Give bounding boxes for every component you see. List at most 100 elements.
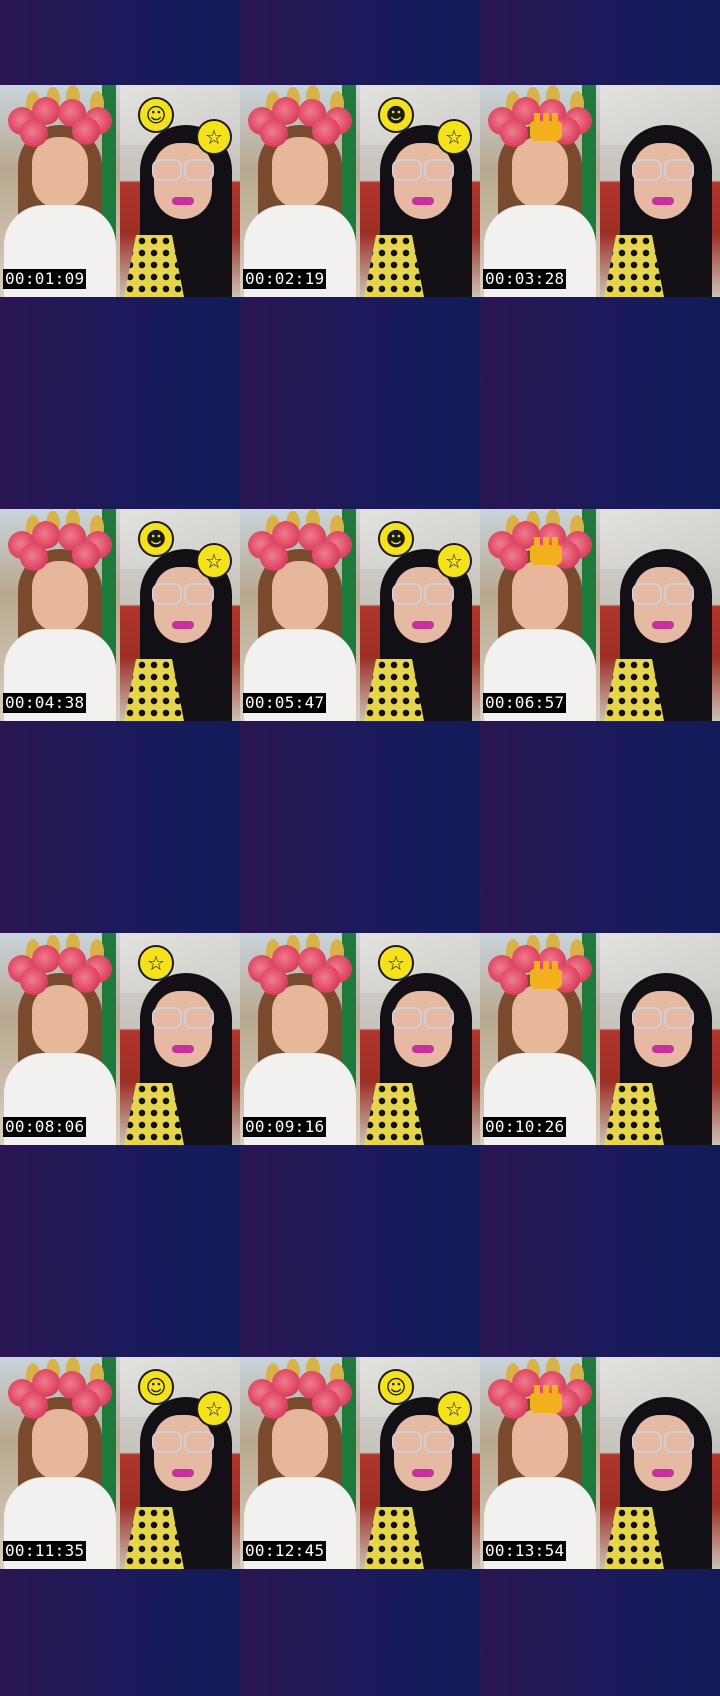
video-frame[interactable]: ☺ ☆ [0, 85, 240, 297]
left-video-panel [480, 933, 600, 1145]
flower-crown-filter [6, 1357, 114, 1419]
video-frame[interactable]: ☆ [240, 933, 480, 1145]
person-face [512, 985, 568, 1057]
left-video-panel [480, 509, 600, 721]
right-video-panel [600, 85, 720, 297]
person-face [154, 991, 212, 1067]
thumbnail-cell[interactable]: 00:06:57 [480, 424, 720, 848]
timestamp-label: 00:12:45 [243, 1541, 327, 1561]
lens-right [184, 1431, 214, 1453]
laughing-face-icon: ☆ [196, 543, 232, 579]
video-frame[interactable]: ☺ ☆ [240, 1357, 480, 1569]
laughing-face-icon: ☆ [196, 1391, 232, 1427]
glasses-filter [152, 159, 214, 181]
person-face [512, 561, 568, 633]
person-face [394, 1415, 452, 1491]
video-frame[interactable]: ☻ ☆ [0, 509, 240, 721]
person-face [512, 1409, 568, 1481]
flower-icon [260, 1391, 288, 1419]
glasses-filter [632, 583, 694, 605]
video-frame[interactable]: ☻ ☆ [240, 509, 480, 721]
left-video-panel [240, 509, 360, 721]
glasses-filter [392, 1007, 454, 1029]
flower-icon [260, 967, 288, 995]
person-face [272, 561, 328, 633]
right-video-panel: ☻ ☆ [360, 509, 480, 721]
thumbnail-cell[interactable]: ☆ 00:09:16 [240, 848, 480, 1272]
person-face [394, 991, 452, 1067]
timestamp-label: 00:11:35 [3, 1541, 87, 1561]
person-face [154, 567, 212, 643]
glasses-filter [632, 1007, 694, 1029]
video-frame[interactable]: ☆ [0, 933, 240, 1145]
thumbnail-cell[interactable]: 00:10:26 [480, 848, 720, 1272]
timestamp-label: 00:03:28 [483, 269, 567, 289]
laughing-face-icon: ☆ [196, 119, 232, 155]
glasses-filter [632, 1431, 694, 1453]
person-face [634, 143, 692, 219]
person-face [394, 567, 452, 643]
person-face [32, 985, 88, 1057]
flower-crown-filter [486, 933, 594, 995]
left-video-panel [0, 1357, 120, 1569]
person-face [32, 561, 88, 633]
flower-crown-filter [6, 509, 114, 571]
lens-left [392, 159, 422, 181]
lips [412, 197, 434, 205]
right-video-panel: ☆ [360, 933, 480, 1145]
video-frame[interactable]: ☻ ☆ [240, 85, 480, 297]
flower-icon [20, 543, 48, 571]
video-frame[interactable]: ☺ ☆ [0, 1357, 240, 1569]
person-face [154, 1415, 212, 1491]
person-face [272, 1409, 328, 1481]
flower-crown-filter [486, 85, 594, 147]
left-video-panel [240, 933, 360, 1145]
flower-icon [500, 543, 528, 571]
flower-crown-filter [6, 85, 114, 147]
person-face [272, 985, 328, 1057]
lens-left [392, 1007, 422, 1029]
lens-right [664, 1431, 694, 1453]
winking-face-icon: ☻ [378, 521, 414, 557]
video-frame[interactable] [480, 933, 720, 1145]
left-video-panel [240, 85, 360, 297]
timestamp-label: 00:08:06 [3, 1117, 87, 1137]
timestamp-label: 00:06:57 [483, 693, 567, 713]
thumbnail-cell[interactable]: 00:13:54 [480, 1272, 720, 1696]
video-frame[interactable] [480, 509, 720, 721]
slightly-smiling-face-icon: ☺ [138, 97, 174, 133]
lips [172, 1469, 194, 1477]
person-face [634, 991, 692, 1067]
person-face [154, 143, 212, 219]
right-video-panel: ☻ ☆ [120, 509, 240, 721]
lens-left [152, 1007, 182, 1029]
lips [172, 1045, 194, 1053]
lips [412, 621, 434, 629]
thumbnail-cell[interactable]: 00:03:28 [480, 0, 720, 424]
thumbnail-cell[interactable]: ☺ ☆ 00:11:35 [0, 1272, 240, 1696]
left-video-panel [0, 933, 120, 1145]
lens-right [184, 1007, 214, 1029]
right-video-panel [600, 509, 720, 721]
flower-icon [312, 1389, 340, 1417]
flower-crown-filter [486, 509, 594, 571]
flower-icon [72, 1389, 100, 1417]
flower-crown-filter [246, 509, 354, 571]
thumbnail-cell[interactable]: ☺ ☆ 00:01:09 [0, 0, 240, 424]
flower-icon [312, 117, 340, 145]
lips [652, 1045, 674, 1053]
video-frame[interactable] [480, 1357, 720, 1569]
thumbnail-cell[interactable]: ☆ 00:08:06 [0, 848, 240, 1272]
flower-icon [20, 967, 48, 995]
thumbnail-cell[interactable]: ☻ ☆ 00:04:38 [0, 424, 240, 848]
lens-right [664, 583, 694, 605]
timestamp-label: 00:05:47 [243, 693, 327, 713]
lens-left [152, 159, 182, 181]
thumbnail-cell[interactable]: ☻ ☆ 00:05:47 [240, 424, 480, 848]
timestamp-label: 00:13:54 [483, 1541, 567, 1561]
laughing-face-icon: ☆ [138, 945, 174, 981]
thumbnail-cell[interactable]: ☻ ☆ 00:02:19 [240, 0, 480, 424]
crown-icon [530, 1385, 562, 1413]
thumbnail-cell[interactable]: ☺ ☆ 00:12:45 [240, 1272, 480, 1696]
video-frame[interactable] [480, 85, 720, 297]
